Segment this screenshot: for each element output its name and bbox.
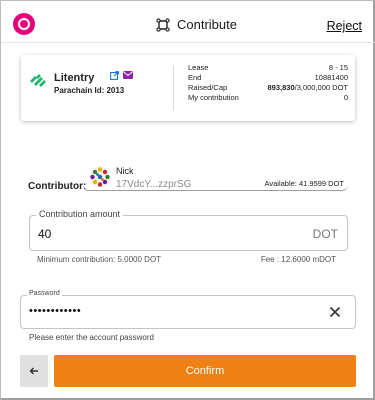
lease-value: 8 - 15 <box>328 63 348 72</box>
contributor-label: Contributor: <box>28 181 87 192</box>
available-balance: Available: 41.9599 DOT <box>264 179 345 188</box>
back-button[interactable] <box>20 355 48 387</box>
fee-text: Fee : 12.6000 mDOT <box>260 255 336 264</box>
raised-amount: 893,830 <box>267 83 295 92</box>
external-link-icon[interactable] <box>110 71 119 80</box>
contribution-amount-field[interactable]: Contribution amount 40 DOT <box>29 209 348 251</box>
password-helper-text: Please enter the account password <box>29 333 154 342</box>
raised-cap-value: 893,830/3,000,000 DOT <box>268 83 349 93</box>
account-name: Nick <box>116 166 134 176</box>
page-title: Contribute <box>177 17 237 32</box>
crowdloan-detail-values: 8 - 15 10881400 893,830/3,000,000 DOT 0 <box>268 63 349 103</box>
contributor-account-selector[interactable]: Nick 17VdcY...zzprSG Available: 41.9599 … <box>83 164 348 191</box>
end-value: 10881400 <box>314 73 348 82</box>
minimum-contribution: Minimum contribution: 5.0000 DOT <box>37 255 162 264</box>
crowdloan-icon <box>156 17 170 32</box>
header: Contribute Reject <box>1 1 375 43</box>
amount-unit: DOT <box>312 227 338 241</box>
reject-link[interactable]: Reject <box>327 19 362 33</box>
password-label: Password <box>27 290 62 297</box>
account-address: 17VdcY...zzprSG <box>116 179 192 190</box>
litentry-logo-icon <box>30 74 46 87</box>
confirm-button-label: Confirm <box>185 365 225 377</box>
account-identicon-icon <box>89 166 111 188</box>
lease-label: Lease <box>188 63 209 72</box>
email-icon[interactable] <box>123 71 133 79</box>
raised-cap-label: Raised/Cap <box>188 83 228 92</box>
parachain-id: Parachain Id: 2013 <box>54 86 125 95</box>
page-title-wrap: Contribute <box>156 17 237 32</box>
arrow-left-icon <box>29 367 38 375</box>
chain-name: Litentry <box>54 72 95 84</box>
my-contribution-label: My contribution <box>188 93 239 102</box>
password-input[interactable]: •••••••••••• <box>29 305 81 317</box>
end-label: End <box>188 73 202 82</box>
card-divider <box>173 66 174 110</box>
clear-icon[interactable] <box>329 306 341 318</box>
cap-amount: /3,000,000 DOT <box>294 83 348 92</box>
crowdloan-detail-labels: Lease End Raised/Cap My contribution <box>188 63 239 103</box>
contribution-amount-input[interactable]: 40 <box>38 227 51 241</box>
crowdloan-card: Litentry Parachain Id: 2013 Lease End Ra… <box>21 55 355 121</box>
password-field[interactable]: Password •••••••••••• <box>20 290 356 329</box>
polkadot-logo-icon[interactable] <box>13 13 35 35</box>
contribution-amount-label: Contribution amount <box>36 209 124 219</box>
my-contribution-value: 0 <box>343 93 348 102</box>
popup-frame: Contribute Reject Litentry Parachain Id:… <box>0 0 375 400</box>
confirm-button[interactable]: Confirm <box>54 355 356 387</box>
